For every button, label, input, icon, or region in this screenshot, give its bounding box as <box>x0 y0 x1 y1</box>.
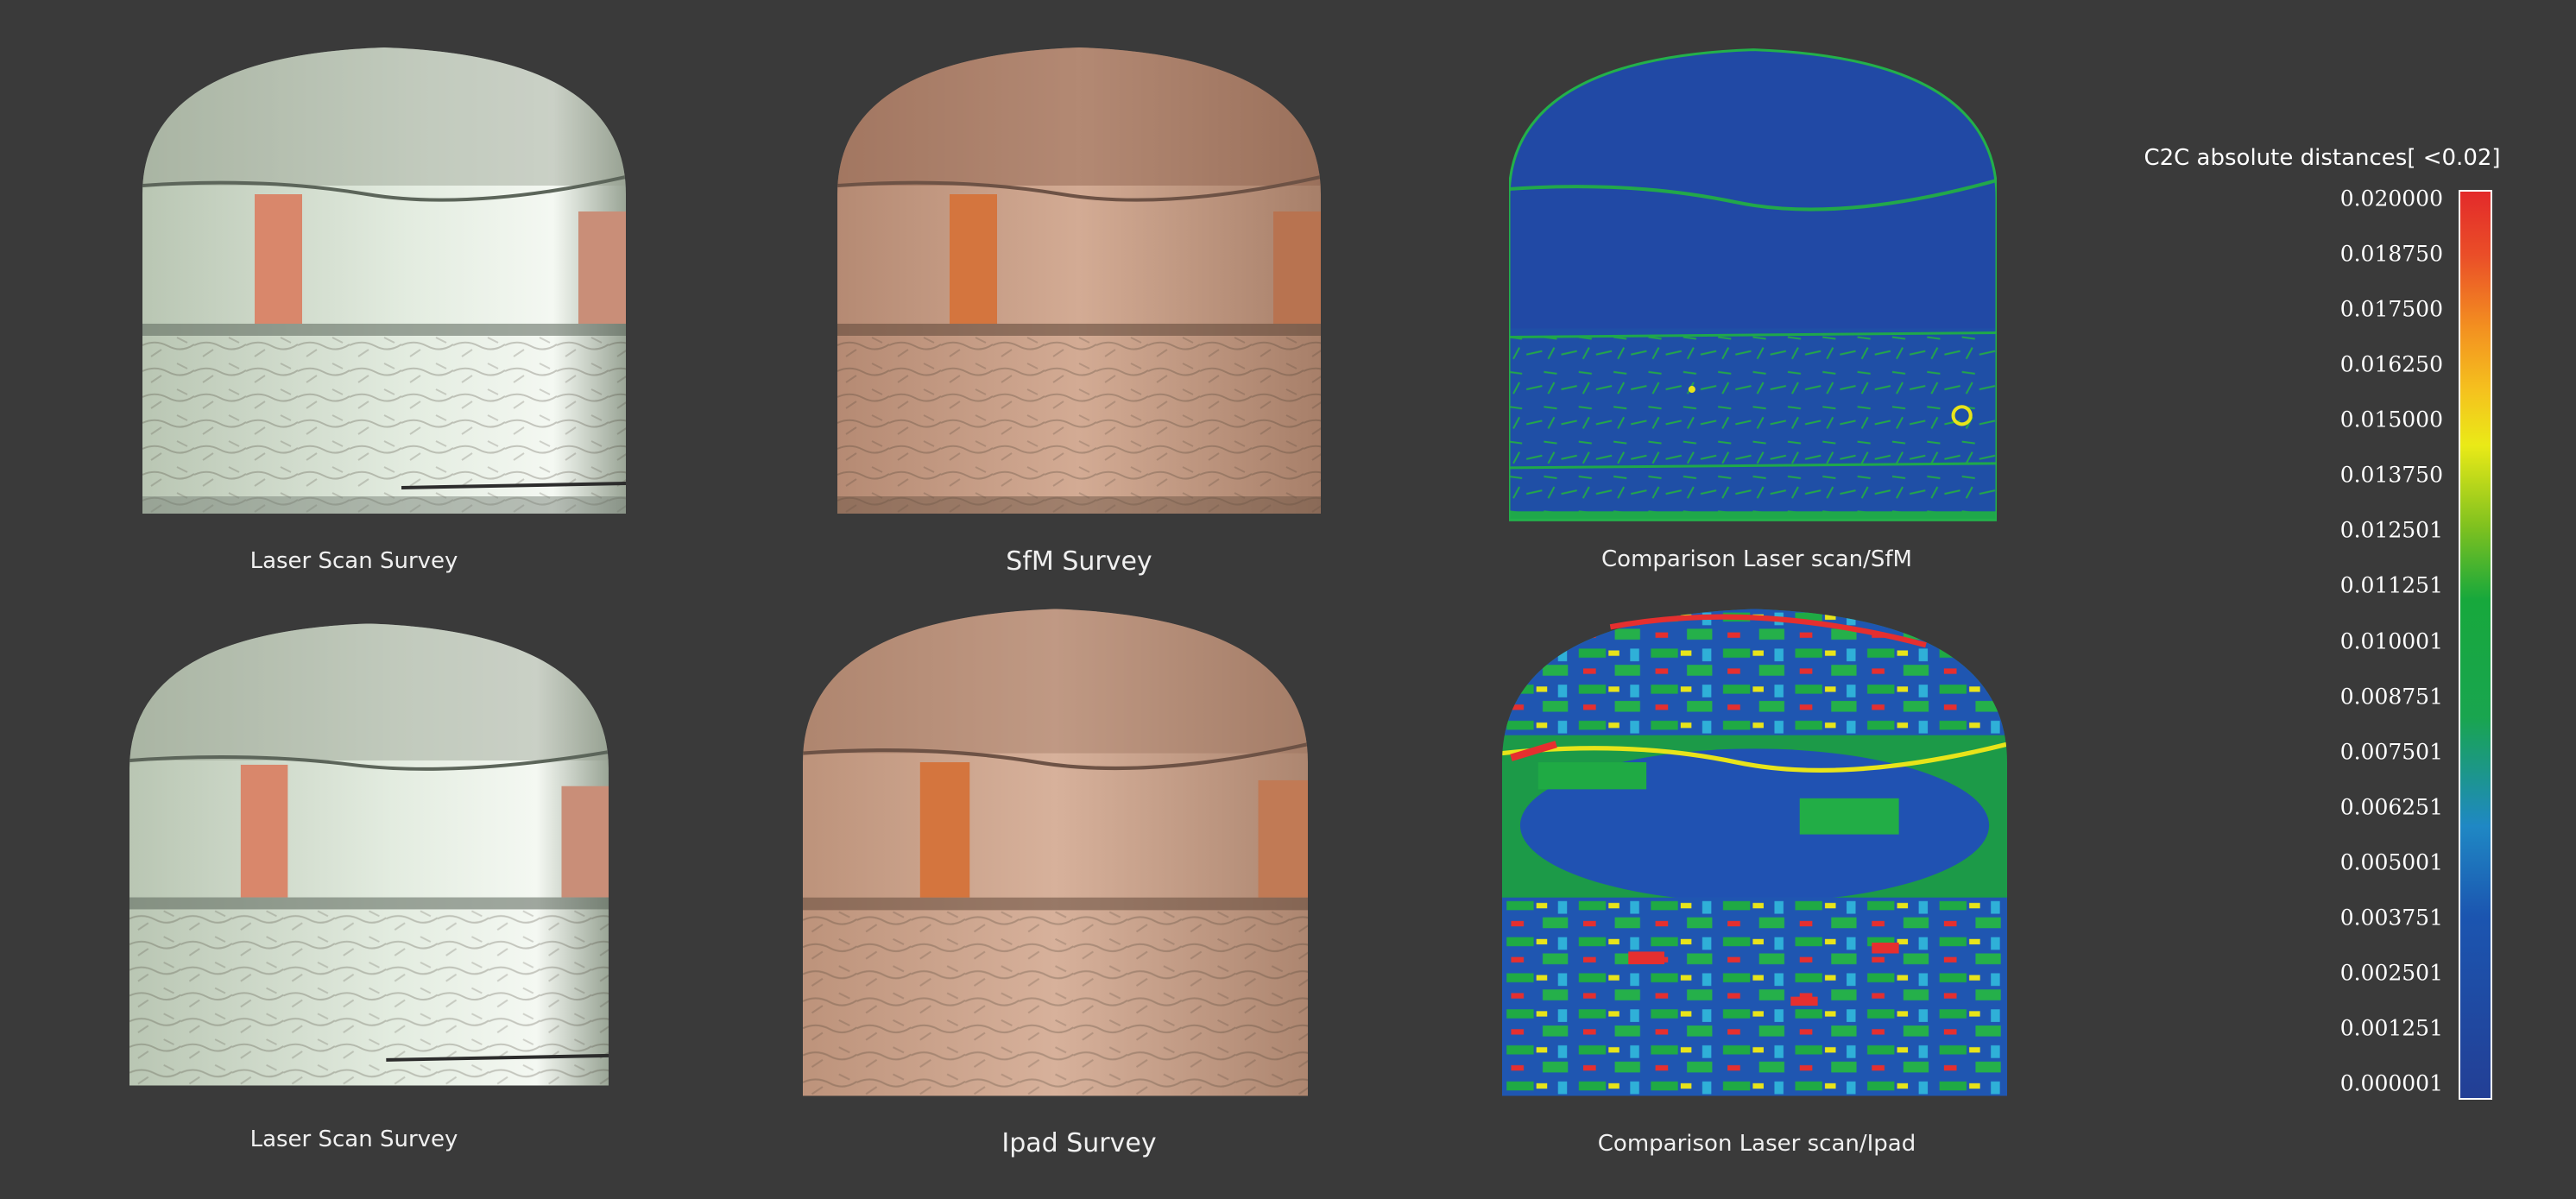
legend-tick-label: 0.013750 <box>2339 462 2443 488</box>
comparison-sfm-panel <box>1509 47 1997 522</box>
legend-tick-label: 0.010001 <box>2339 628 2443 653</box>
sfm-caption: SfM Survey <box>1006 546 1152 577</box>
legend-tick-label: 0.017500 <box>2339 296 2443 322</box>
laser-scan-image-bottom <box>129 623 609 1086</box>
legend-tick-label: 0.016250 <box>2339 351 2443 377</box>
sfm-image <box>837 47 1321 514</box>
laser-scan-panel-top <box>142 47 626 514</box>
legend-tick-label: 0.001251 <box>2339 1015 2443 1041</box>
comparison-sfm-heatmap <box>1509 48 1997 521</box>
legend-tick-label: 0.008751 <box>2339 684 2443 710</box>
legend-tick-label: 0.020000 <box>2339 186 2443 211</box>
ipad-panel <box>803 609 1308 1096</box>
legend-tick-label: 0.005001 <box>2339 849 2443 875</box>
legend-tick-label: 0.012501 <box>2339 517 2443 543</box>
comparison-sfm-caption: Comparison Laser scan/SfM <box>1601 546 1912 572</box>
ipad-caption: Ipad Survey <box>1001 1128 1157 1158</box>
color-scale-bar <box>2459 190 2492 1100</box>
legend-tick-label: 0.018750 <box>2339 241 2443 267</box>
legend-tick-label: 0.015000 <box>2339 407 2443 432</box>
legend-tick-label: 0.011251 <box>2339 572 2443 598</box>
comparison-ipad-panel <box>1502 609 2007 1096</box>
legend-tick-label: 0.006251 <box>2339 794 2443 820</box>
legend-title: C2C absolute distances[ <0.02] <box>2144 145 2501 171</box>
comparison-ipad-heatmap <box>1502 609 2007 1096</box>
legend-tick-label: 0.002501 <box>2339 960 2443 986</box>
legend-tick-label: 0.000001 <box>2339 1070 2443 1096</box>
laser-scan-image <box>142 47 626 514</box>
ipad-image <box>803 609 1308 1096</box>
comparison-ipad-caption: Comparison Laser scan/Ipad <box>1597 1131 1916 1157</box>
laser-scan-caption-bottom: Laser Scan Survey <box>249 1126 458 1152</box>
laser-scan-panel-bottom <box>129 622 609 1088</box>
sfm-panel <box>837 47 1321 514</box>
laser-scan-caption-top: Laser Scan Survey <box>249 548 458 574</box>
legend-tick-label: 0.003751 <box>2339 905 2443 931</box>
legend-tick-label: 0.007501 <box>2339 739 2443 765</box>
